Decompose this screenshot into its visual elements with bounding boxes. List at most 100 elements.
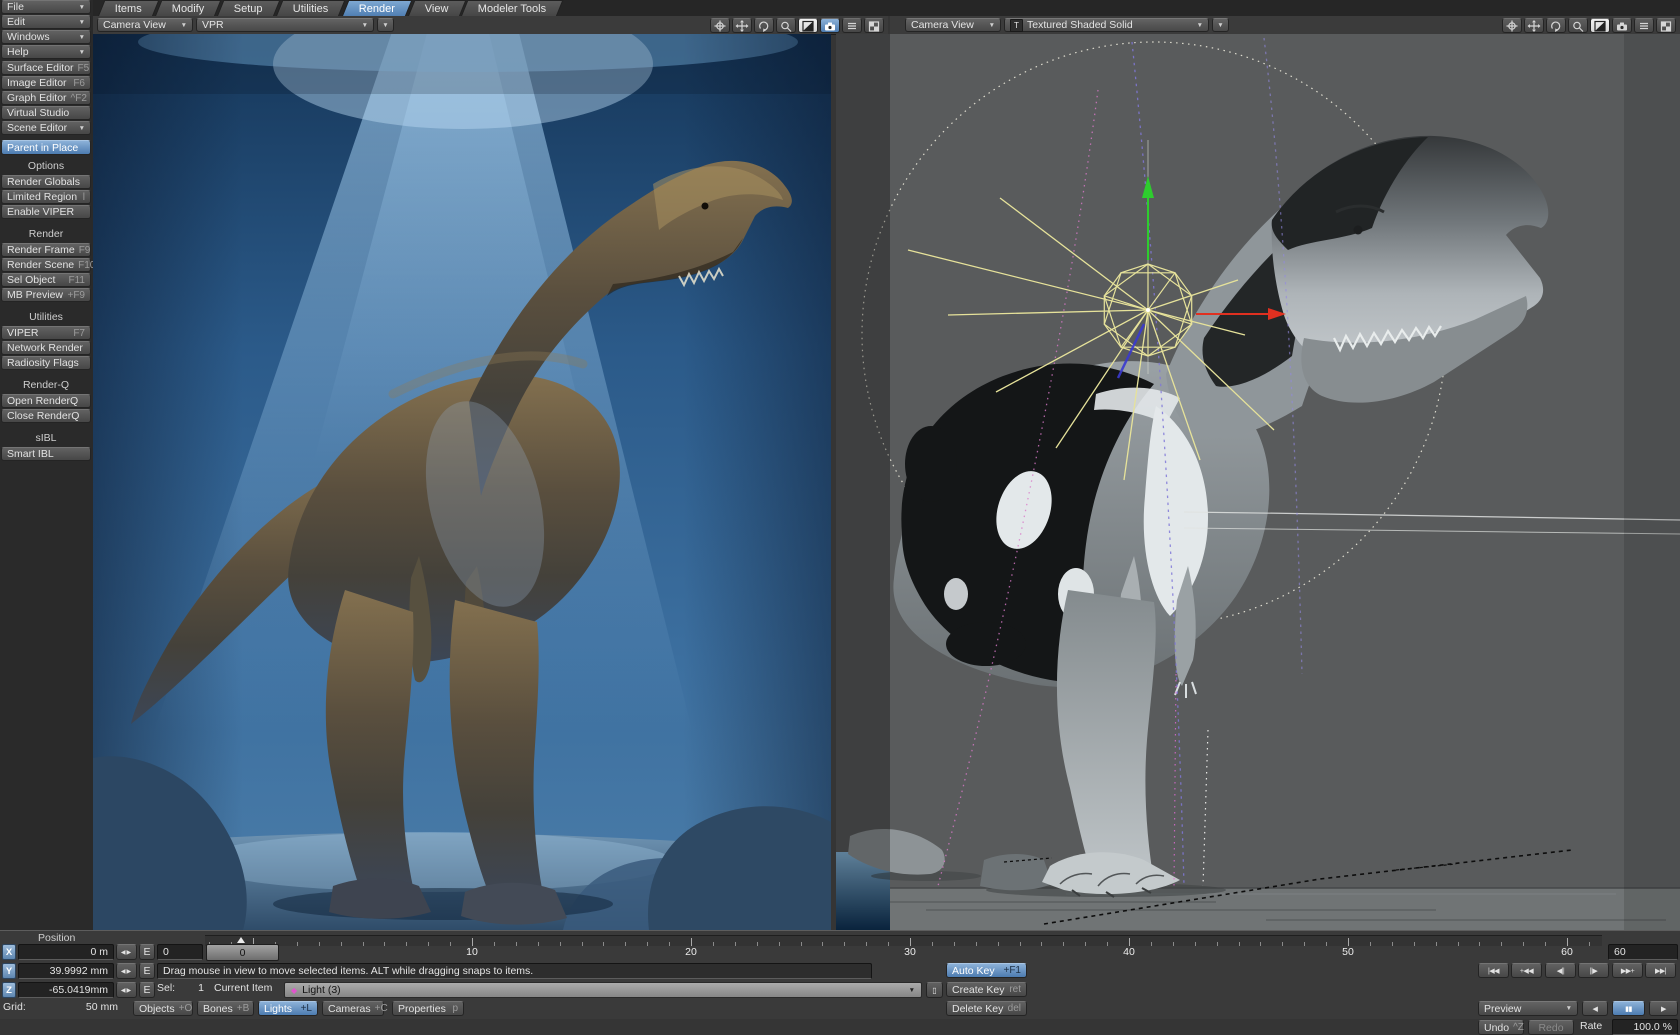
- rotate-view-icon[interactable]: [1546, 18, 1566, 33]
- current-frame-field[interactable]: 0: [157, 944, 203, 960]
- timeline-ruler[interactable]: [205, 935, 1602, 946]
- sidebar-item-image-editor[interactable]: Image EditorF6: [1, 76, 91, 90]
- item-properties-mini-button[interactable]: ▯: [926, 982, 943, 998]
- auto-key-button[interactable]: Auto Key+F1: [946, 963, 1027, 978]
- fit-view-icon[interactable]: [798, 18, 818, 33]
- item-button-bones[interactable]: Bones+B: [197, 1001, 254, 1016]
- camera-toggle-icon[interactable]: [820, 18, 840, 33]
- delete-key-button[interactable]: Delete Keydel: [946, 1001, 1027, 1016]
- preset-grid-icon[interactable]: [1656, 18, 1676, 33]
- axis-spinner-z[interactable]: ◀▶: [116, 982, 137, 998]
- ruler-tick: [1326, 942, 1327, 946]
- right-render-mode-dropdown[interactable]: T Textured Shaded Solid ▼: [1004, 18, 1209, 32]
- sidebar-item-network-render[interactable]: Network Render: [1, 341, 91, 355]
- axis-value-z[interactable]: -65.0419mm: [18, 982, 114, 998]
- button-label: Smart IBL: [7, 448, 54, 460]
- list-icon[interactable]: [1634, 18, 1654, 33]
- sidebar-item-enable-viper[interactable]: Enable VIPER: [1, 205, 91, 219]
- create-key-button[interactable]: Create Keyret: [946, 982, 1027, 997]
- left-render-mode-dropdown[interactable]: VPR▼: [196, 18, 374, 32]
- list-icon[interactable]: [842, 18, 862, 33]
- tab-render[interactable]: Render: [341, 0, 412, 17]
- tab-items[interactable]: Items: [98, 0, 160, 17]
- fit-view-icon[interactable]: [1590, 18, 1610, 33]
- axis-value-x[interactable]: 0 m: [18, 944, 114, 960]
- item-button-objects[interactable]: Objects+O: [133, 1001, 193, 1016]
- sidebar-item-mb-preview[interactable]: MB Preview+F9: [1, 288, 91, 302]
- sidebar-item-graph-editor[interactable]: Graph Editor^F2: [1, 91, 91, 105]
- envelope-button-y[interactable]: E: [139, 963, 155, 979]
- sidebar-item-viper[interactable]: VIPERF7: [1, 326, 91, 340]
- right-view-type-dropdown[interactable]: Camera View▼: [905, 18, 1001, 32]
- sidebar-item-render-frame[interactable]: Render FrameF9: [1, 243, 91, 257]
- next-frame-button[interactable]: ||▶: [1578, 963, 1609, 978]
- axis-spinner-y[interactable]: ◀▶: [116, 963, 137, 979]
- play-forward-button[interactable]: ▶: [1649, 1001, 1678, 1016]
- item-button-lights[interactable]: Lights+L: [258, 1001, 318, 1016]
- tab-modify[interactable]: Modify: [154, 0, 221, 17]
- button-label: Edit: [7, 16, 25, 28]
- next-key-button[interactable]: ▶▶+: [1612, 963, 1643, 978]
- sidebar-item-open-renderq[interactable]: Open RenderQ: [1, 394, 91, 408]
- menu-file[interactable]: File▼: [1, 0, 91, 14]
- preview-dropdown[interactable]: Preview▼: [1478, 1001, 1578, 1016]
- sidebar-item-close-renderq[interactable]: Close RenderQ: [1, 409, 91, 423]
- tab-setup[interactable]: Setup: [217, 0, 281, 17]
- sidebar-item-limited-region[interactable]: Limited Regionl: [1, 190, 91, 204]
- pan-tool-icon[interactable]: [732, 18, 752, 33]
- end-frame-field[interactable]: 60: [1608, 944, 1678, 960]
- item-button-properties[interactable]: Propertiesp: [392, 1001, 464, 1016]
- sidebar-item-render-scene[interactable]: Render SceneF10: [1, 258, 91, 272]
- prev-frame-button[interactable]: ◀||: [1545, 963, 1576, 978]
- tab-utilities[interactable]: Utilities: [276, 0, 346, 17]
- left-view-type-dropdown[interactable]: Camera View▼: [97, 18, 193, 32]
- axis-badge-z[interactable]: Z: [2, 982, 16, 998]
- envelope-button-x[interactable]: E: [139, 944, 155, 960]
- right-viewport-shaded-view[interactable]: [836, 34, 1680, 930]
- right-viewport-options-dropdown[interactable]: ▼: [1212, 18, 1229, 32]
- go-end-button[interactable]: ▶▶|: [1645, 963, 1676, 978]
- axis-spinner-x[interactable]: ◀▶: [116, 944, 137, 960]
- left-viewport-vpr-render[interactable]: [93, 34, 831, 930]
- menu-edit[interactable]: Edit▼: [1, 15, 91, 29]
- pause-button[interactable]: ▮▮: [1612, 1001, 1645, 1016]
- prev-key-button[interactable]: +◀◀: [1511, 963, 1542, 978]
- menu-windows[interactable]: Windows▼: [1, 30, 91, 44]
- current-item-dropdown[interactable]: ◆ Light (3) ▼: [284, 982, 922, 998]
- left-viewport-options-dropdown[interactable]: ▼: [377, 18, 394, 32]
- sidebar-item-render-globals[interactable]: Render Globals: [1, 175, 91, 189]
- move-tool-icon[interactable]: [1502, 18, 1522, 33]
- play-reverse-button[interactable]: ◀: [1582, 1001, 1608, 1016]
- shortcut-label: +F9: [67, 290, 85, 301]
- move-tool-icon[interactable]: [710, 18, 730, 33]
- sidebar-item-smart-ibl[interactable]: Smart IBL: [1, 447, 91, 461]
- button-label: Properties: [398, 1003, 446, 1015]
- rotate-view-icon[interactable]: [754, 18, 774, 33]
- sidebar-item-parent-in-place[interactable]: Parent in Place: [1, 140, 91, 155]
- rate-field[interactable]: 100.0 %: [1612, 1019, 1678, 1035]
- axis-badge-y[interactable]: Y: [2, 963, 16, 979]
- tab-view[interactable]: View: [407, 0, 466, 17]
- redo-button[interactable]: Redo: [1528, 1020, 1574, 1035]
- zoom-tool-icon[interactable]: [1568, 18, 1588, 33]
- timeline-slider-handle[interactable]: 0: [206, 944, 279, 961]
- sidebar-item-radiosity-flags[interactable]: Radiosity Flags: [1, 356, 91, 370]
- pan-tool-icon-glyph: [1527, 20, 1541, 32]
- go-start-button[interactable]: |◀◀: [1478, 963, 1509, 978]
- zoom-tool-icon[interactable]: [776, 18, 796, 33]
- sidebar-item-virtual-studio[interactable]: Virtual Studio: [1, 106, 91, 120]
- sidebar-item-surface-editor[interactable]: Surface EditorF5: [1, 61, 91, 75]
- sidebar-item-scene-editor[interactable]: Scene Editor▼: [1, 121, 91, 135]
- envelope-button-z[interactable]: E: [139, 982, 155, 998]
- axis-value-y[interactable]: 39.9992 mm: [18, 963, 114, 979]
- undo-button[interactable]: Undo^Z: [1478, 1020, 1524, 1035]
- pan-tool-icon[interactable]: [1524, 18, 1544, 33]
- axis-badge-x[interactable]: X: [2, 944, 16, 960]
- sidebar-item-sel-object[interactable]: Sel ObjectF11: [1, 273, 91, 287]
- preset-grid-icon[interactable]: [864, 18, 884, 33]
- menu-help[interactable]: Help▼: [1, 45, 91, 59]
- tab-modeler-tools[interactable]: Modeler Tools: [461, 0, 564, 17]
- camera-toggle-icon[interactable]: [1612, 18, 1632, 33]
- item-button-cameras[interactable]: Cameras+C: [322, 1001, 384, 1016]
- sidebar: File▼Edit▼Windows▼Help▼ Surface EditorF5I…: [0, 0, 93, 1018]
